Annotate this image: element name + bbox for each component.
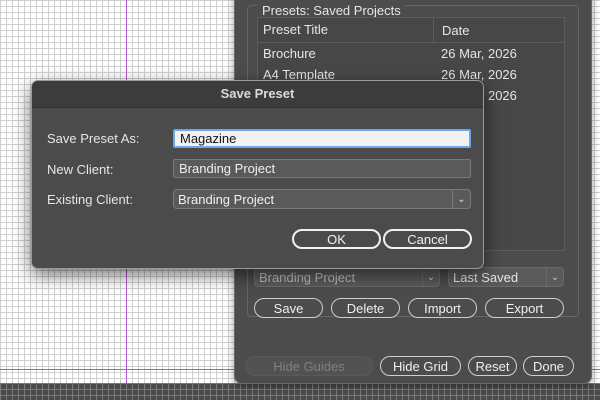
- delete-button[interactable]: Delete: [331, 298, 400, 318]
- save-preset-as-input[interactable]: [173, 129, 471, 148]
- new-client-label: New Client:: [47, 162, 114, 177]
- existing-client-value: Branding Project: [178, 191, 275, 207]
- column-header-date[interactable]: Date: [434, 23, 469, 38]
- cancel-button[interactable]: Cancel: [383, 229, 472, 249]
- client-filter-select[interactable]: Branding Project ⌄: [254, 267, 440, 287]
- dialog-title: Save Preset: [32, 81, 483, 108]
- save-button[interactable]: Save: [254, 298, 323, 318]
- existing-client-label: Existing Client:: [47, 192, 133, 207]
- presets-table-header: Preset Title Date: [258, 18, 564, 43]
- import-button[interactable]: Import: [408, 298, 477, 318]
- row-preset-title: Brochure: [263, 46, 316, 61]
- client-filter-value: Branding Project: [259, 269, 356, 285]
- existing-client-select[interactable]: Branding Project ⌄: [173, 189, 471, 209]
- hide-guides-button[interactable]: Hide Guides: [245, 356, 373, 376]
- chevron-down-icon: ⌄: [546, 268, 563, 286]
- hide-grid-button[interactable]: Hide Grid: [380, 356, 461, 376]
- reset-button[interactable]: Reset: [468, 356, 517, 376]
- done-button[interactable]: Done: [523, 356, 574, 376]
- save-preset-as-label: Save Preset As:: [47, 131, 140, 146]
- export-button[interactable]: Export: [485, 298, 564, 318]
- column-header-preset-title[interactable]: Preset Title: [258, 18, 434, 42]
- chevron-down-icon: ⌄: [452, 190, 470, 208]
- saved-projects-group-title: Presets: Saved Projects: [258, 3, 405, 18]
- chevron-down-icon: ⌄: [422, 268, 439, 286]
- table-row[interactable]: Brochure 26 Mar, 2026: [258, 43, 564, 64]
- save-preset-dialog: Save Preset Save Preset As: New Client: …: [31, 80, 484, 269]
- ok-button[interactable]: OK: [292, 229, 381, 249]
- sort-select[interactable]: Last Saved ⌄: [448, 267, 564, 287]
- row-date: 26 Mar, 2026: [441, 46, 517, 61]
- sort-value: Last Saved: [453, 269, 519, 285]
- new-client-input[interactable]: [173, 159, 471, 178]
- pasteboard-strip: [0, 383, 600, 400]
